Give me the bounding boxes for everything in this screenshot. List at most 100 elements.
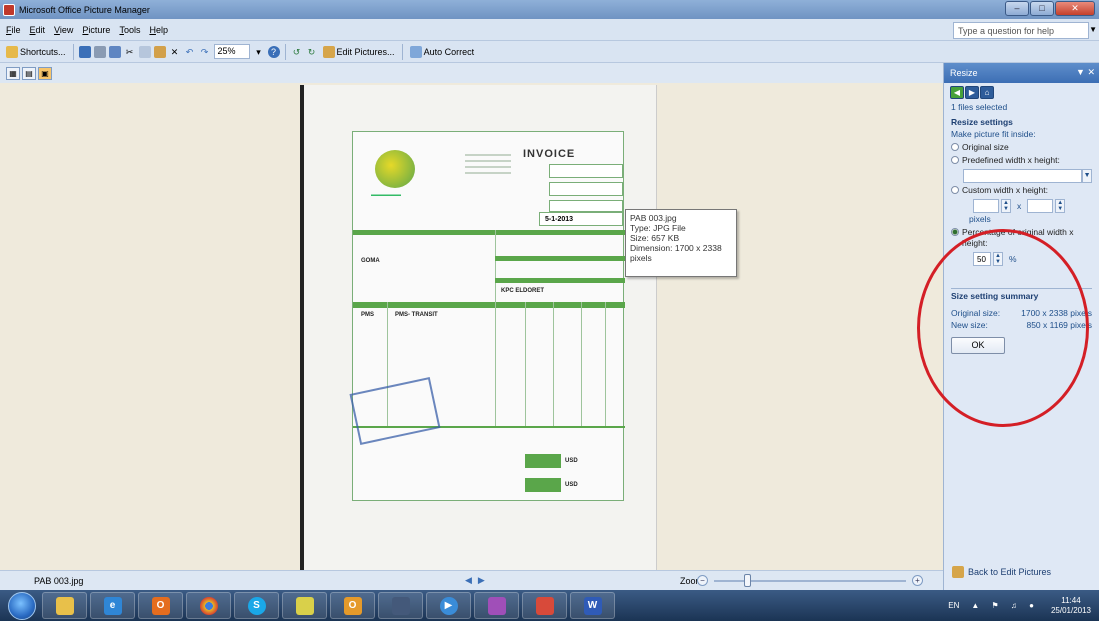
outlook-icon: O [343, 596, 362, 615]
paste-icon[interactable] [153, 45, 166, 58]
taskbar-internet-explorer[interactable]: e [90, 592, 135, 619]
original-size-radio[interactable]: Original size [951, 142, 1092, 153]
menu-picture[interactable]: Picture [82, 25, 110, 35]
taskbar-picture-manager[interactable] [522, 592, 567, 619]
tray-icons[interactable]: ▲ ⚑ ♫ ● [971, 601, 1039, 610]
width-spinner[interactable]: ▲ ▼ [1001, 199, 1011, 213]
auto-correct-button[interactable]: Auto Correct [408, 43, 477, 61]
invoice-section-bar [353, 230, 625, 235]
percentage-input[interactable]: 50 [973, 252, 991, 266]
thumbnail-view-button[interactable]: ▦ [6, 66, 20, 80]
radio-circle-icon [951, 186, 959, 194]
taskbar-explorer[interactable] [42, 592, 87, 619]
picture-canvas[interactable]: ▬▬▬▬▬▬ INVOICE 5-1-2013 GOMA KPC ELDORET… [0, 83, 943, 570]
zoom-dropdown-icon[interactable]: ▾ [253, 46, 265, 58]
taskbar-phone[interactable] [378, 592, 423, 619]
taskbar-skype[interactable]: S [234, 592, 279, 619]
invoice-column-line [605, 302, 606, 426]
help-dropdown-icon[interactable]: ▼ [1089, 25, 1097, 34]
predefined-size-radio[interactable]: Predefined width x height: [951, 155, 1092, 166]
maximize-button[interactable]: □ [1030, 1, 1054, 16]
cut-icon[interactable]: ✂ [124, 46, 136, 58]
custom-size-radio[interactable]: Custom width x height: [951, 185, 1092, 196]
invoice-picture[interactable]: ▬▬▬▬▬▬ INVOICE 5-1-2013 GOMA KPC ELDORET… [300, 85, 656, 570]
taskbar-word[interactable]: W [570, 592, 615, 619]
toolbar-separator [401, 43, 403, 60]
rotate-right-icon[interactable]: ↻ [306, 46, 318, 58]
chrome-icon [199, 596, 218, 615]
picture-nav-arrows[interactable]: ◀▶ [465, 575, 491, 586]
minimize-button[interactable]: – [1005, 1, 1029, 16]
clock-time: 11:44 [1061, 595, 1081, 605]
edit-pictures-icon [952, 566, 964, 578]
picture-manager-icon [535, 596, 554, 615]
back-to-edit-pictures-link[interactable]: Back to Edit Pictures [952, 566, 1051, 578]
zoom-in-icon[interactable]: + [912, 575, 923, 586]
percentage-radio[interactable]: Percentage of original width x height: [951, 227, 1092, 249]
custom-width-input[interactable] [973, 199, 999, 213]
redo-icon[interactable]: ↷ [199, 46, 211, 58]
shortcuts-button[interactable]: Shortcuts... [4, 43, 68, 61]
zoom-out-icon[interactable]: − [697, 575, 708, 586]
invoice-column-line [495, 230, 496, 302]
invoice-title: INVOICE [523, 148, 576, 160]
help-icon[interactable]: ? [267, 45, 280, 58]
mail-icon[interactable] [108, 45, 121, 58]
task-pane-header: Resize ▼ ✕ [944, 63, 1099, 83]
custom-size-label: Custom width x height: [962, 185, 1048, 195]
edit-pictures-button[interactable]: Edit Pictures... [321, 43, 397, 61]
notes-icon [295, 596, 314, 615]
toolbar-separator [72, 43, 74, 60]
taskbar-onenote[interactable] [474, 592, 519, 619]
home-nav-icon[interactable]: ⌂ [980, 86, 994, 99]
custom-height-input[interactable] [1027, 199, 1054, 213]
toolbar-separator [284, 43, 286, 60]
task-pane-controls[interactable]: ▼ ✕ [1076, 67, 1095, 78]
taskbar-chrome[interactable] [186, 592, 231, 619]
taskbar-sticky-notes[interactable] [282, 592, 327, 619]
percentage-spinner[interactable]: ▲ ▼ [993, 252, 1003, 266]
language-indicator[interactable]: EN [948, 601, 959, 610]
zoom-slider-track[interactable] [714, 580, 906, 582]
print-icon[interactable] [93, 45, 106, 58]
save-icon[interactable] [78, 45, 91, 58]
radio-selected-icon [951, 228, 959, 236]
copy-icon[interactable] [138, 45, 151, 58]
rotate-left-icon[interactable]: ↺ [291, 46, 303, 58]
ok-button[interactable]: OK [951, 337, 1005, 354]
picture-manager-app-icon[interactable] [3, 3, 15, 16]
height-spinner[interactable]: ▲ ▼ [1055, 199, 1066, 213]
zoom-combo[interactable]: 25% [213, 44, 250, 59]
files-selected-text: 1 files selected [951, 102, 1008, 112]
menu-view[interactable]: View [54, 25, 73, 35]
start-button[interactable] [8, 591, 36, 620]
back-nav-icon[interactable]: ◀ [950, 86, 964, 99]
menu-help[interactable]: Help [149, 25, 168, 35]
invoice-frame: ▬▬▬▬▬▬ INVOICE 5-1-2013 GOMA KPC ELDORET… [352, 131, 625, 501]
predefined-size-select[interactable] [963, 169, 1083, 183]
menu-file[interactable]: File [6, 25, 21, 35]
radio-circle-icon [951, 156, 959, 164]
company-logo [375, 150, 415, 188]
invoice-column-line [553, 302, 554, 426]
delete-icon[interactable]: ✕ [169, 46, 181, 58]
taskbar-outlook[interactable]: O [330, 592, 375, 619]
menu-edit[interactable]: Edit [30, 25, 46, 35]
pixels-label: pixels [969, 214, 991, 224]
single-picture-view-button[interactable]: ▣ [38, 66, 52, 80]
help-search-input[interactable]: Type a question for help [953, 22, 1089, 39]
invoice-total-cell [525, 454, 561, 468]
filmstrip-view-button[interactable]: ▤ [22, 66, 36, 80]
original-size-label: Original size [962, 142, 1009, 152]
close-button[interactable]: ✕ [1055, 1, 1095, 16]
invoice-section-bar [495, 278, 625, 283]
menu-tools[interactable]: Tools [119, 25, 140, 35]
zoom-slider-thumb[interactable] [743, 574, 751, 587]
clock[interactable]: 11:44 25/01/2013 [1051, 596, 1091, 616]
taskbar-media[interactable]: O [138, 592, 183, 619]
forward-nav-icon[interactable]: ▶ [965, 86, 979, 99]
chevron-down-icon[interactable]: ▼ [1082, 169, 1092, 183]
taskbar-media-player[interactable]: ▶ [426, 592, 471, 619]
new-size-summary-label: New size: [951, 320, 988, 330]
undo-icon[interactable]: ↶ [184, 46, 196, 58]
